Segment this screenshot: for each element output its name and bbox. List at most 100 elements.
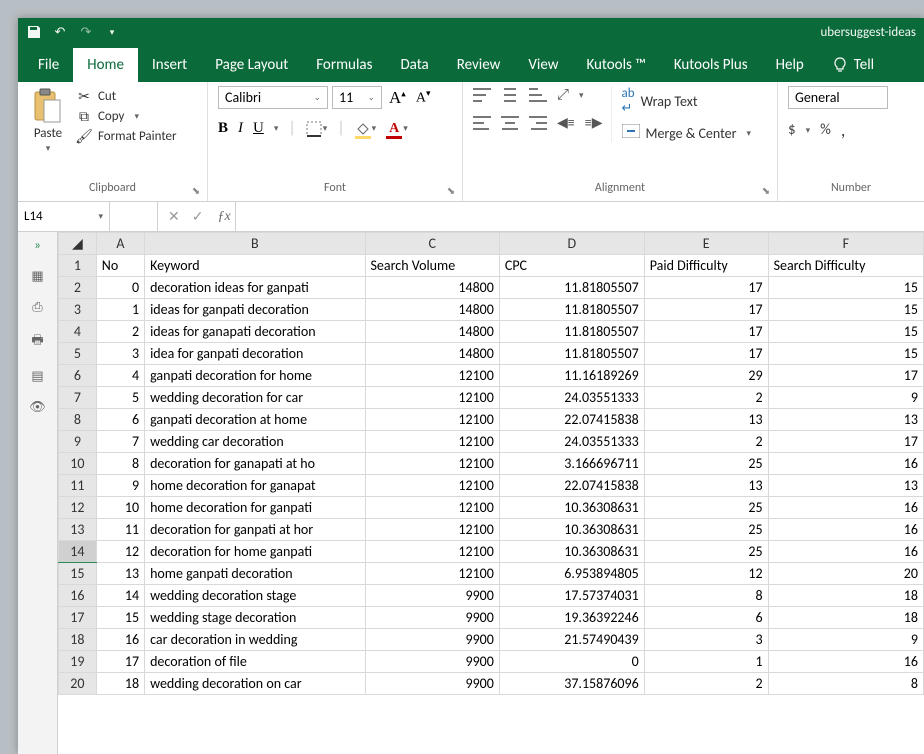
cell[interactable]: 18 <box>768 607 923 629</box>
percent-format-button[interactable]: % <box>820 121 831 139</box>
enter-icon[interactable]: ✓ <box>192 208 204 225</box>
cell[interactable]: 1 <box>96 299 144 321</box>
cell[interactable]: decoration of file <box>145 651 365 673</box>
row-header[interactable]: 7 <box>59 387 97 409</box>
cell[interactable]: 3.166696711 <box>499 453 644 475</box>
table-row[interactable]: 31ideas for ganpati decoration1480011.81… <box>59 299 924 321</box>
table-row[interactable]: 1412decoration for home ganpati1210010.3… <box>59 541 924 563</box>
cell[interactable]: 20 <box>768 563 923 585</box>
cell[interactable]: 16 <box>96 629 144 651</box>
row-header[interactable]: 2 <box>59 277 97 299</box>
cell[interactable]: 10.36308631 <box>499 497 644 519</box>
panel-icon[interactable]: ▤ <box>31 369 43 384</box>
cell[interactable]: 18 <box>768 585 923 607</box>
decrease-indent-button[interactable]: ◀≡ <box>557 114 575 131</box>
cell[interactable]: 12100 <box>365 519 499 541</box>
dialog-launcher-icon[interactable]: ⬊ <box>444 183 458 197</box>
cell[interactable]: car decoration in wedding <box>145 629 365 651</box>
cell[interactable]: 10.36308631 <box>499 541 644 563</box>
dialog-launcher-icon[interactable]: ⬊ <box>759 183 773 197</box>
font-size-select[interactable]: 11⌄ <box>332 86 382 109</box>
cell[interactable]: 11.81805507 <box>499 299 644 321</box>
cell[interactable]: 9900 <box>365 629 499 651</box>
cell[interactable]: decoration for ganapati at ho <box>145 453 365 475</box>
table-row[interactable]: 1210home decoration for ganpati1210010.3… <box>59 497 924 519</box>
cell[interactable]: 4 <box>96 365 144 387</box>
cell[interactable]: 9900 <box>365 651 499 673</box>
cell[interactable]: 5 <box>96 387 144 409</box>
cell[interactable]: 12100 <box>365 431 499 453</box>
table-row[interactable]: 97wedding car decoration1210024.03551333… <box>59 431 924 453</box>
table-row[interactable]: 1917decoration of file99000116 <box>59 651 924 673</box>
cell[interactable]: 17 <box>644 277 768 299</box>
table-row[interactable]: 1614wedding decoration stage990017.57374… <box>59 585 924 607</box>
cell[interactable]: wedding decoration for car <box>145 387 365 409</box>
cell[interactable]: idea for ganpati decoration <box>145 343 365 365</box>
cell[interactable]: 12100 <box>365 563 499 585</box>
row-header[interactable]: 17 <box>59 607 97 629</box>
orientation-button[interactable]: ⤢ <box>557 86 569 104</box>
format-painter-button[interactable]: 🖌Format Painter <box>76 128 177 144</box>
table-row[interactable]: 1816car decoration in wedding990021.5749… <box>59 629 924 651</box>
tab-insert[interactable]: Insert <box>138 48 201 82</box>
cell[interactable]: 11.16189269 <box>499 365 644 387</box>
cell[interactable]: 12100 <box>365 387 499 409</box>
cell[interactable]: 9900 <box>365 585 499 607</box>
cell[interactable]: 15 <box>768 299 923 321</box>
cell[interactable]: 0 <box>499 651 644 673</box>
cell[interactable]: home decoration for ganpati <box>145 497 365 519</box>
expand-icon[interactable]: » <box>34 238 41 253</box>
cell[interactable]: 24.03551333 <box>499 387 644 409</box>
align-middle-button[interactable] <box>501 88 519 102</box>
font-color-button[interactable]: A▾ <box>386 122 408 136</box>
cell[interactable]: 13 <box>96 563 144 585</box>
cell[interactable]: 25 <box>644 519 768 541</box>
cell[interactable]: 9900 <box>365 673 499 695</box>
column-header[interactable]: E <box>644 233 768 255</box>
column-header[interactable]: D <box>499 233 644 255</box>
cell[interactable]: 9900 <box>365 607 499 629</box>
cell[interactable]: ganpati decoration at home <box>145 409 365 431</box>
paste-button[interactable]: Paste ▾ <box>28 86 68 156</box>
table-row[interactable]: 2018wedding decoration on car990037.1587… <box>59 673 924 695</box>
cell[interactable]: 16 <box>768 541 923 563</box>
tab-page-layout[interactable]: Page Layout <box>201 48 302 82</box>
panel-icon[interactable]: 👁 <box>29 400 46 415</box>
underline-button[interactable]: U <box>253 120 264 137</box>
cell[interactable]: Keyword <box>145 255 365 277</box>
cell[interactable]: 9 <box>96 475 144 497</box>
cell[interactable]: 7 <box>96 431 144 453</box>
column-header[interactable]: C <box>365 233 499 255</box>
cell[interactable]: 15 <box>768 321 923 343</box>
increase-indent-button[interactable]: ≡▶ <box>585 114 603 131</box>
cell[interactable]: 2 <box>644 387 768 409</box>
cell[interactable]: 6.953894805 <box>499 563 644 585</box>
align-top-button[interactable] <box>473 88 491 102</box>
cell[interactable]: 14800 <box>365 343 499 365</box>
table-row[interactable]: 1311decoration for ganpati at hor1210010… <box>59 519 924 541</box>
cell[interactable]: 15 <box>768 277 923 299</box>
formula-input[interactable] <box>235 202 924 231</box>
cell[interactable]: 14800 <box>365 321 499 343</box>
redo-icon[interactable]: ↷ <box>78 24 94 40</box>
decrease-font-icon[interactable]: A▾ <box>413 88 434 107</box>
panel-icon[interactable]: ⎙ <box>32 300 42 315</box>
cell[interactable]: 17 <box>644 343 768 365</box>
cell[interactable]: 9 <box>768 387 923 409</box>
italic-button[interactable]: I <box>238 120 243 137</box>
copy-button[interactable]: ⧉Copy▾ <box>76 108 177 124</box>
cell[interactable]: 17 <box>768 365 923 387</box>
cell[interactable]: 13 <box>768 475 923 497</box>
cell[interactable]: 6 <box>96 409 144 431</box>
table-row[interactable]: 64ganpati decoration for home1210011.161… <box>59 365 924 387</box>
cell[interactable]: 16 <box>768 453 923 475</box>
row-header[interactable]: 4 <box>59 321 97 343</box>
name-box[interactable]: L14▾ <box>18 202 110 231</box>
cell[interactable]: 15 <box>96 607 144 629</box>
merge-center-button[interactable]: Merge & Center▾ <box>622 124 752 142</box>
row-header[interactable]: 3 <box>59 299 97 321</box>
undo-icon[interactable]: ↶ <box>52 24 68 40</box>
cell[interactable]: 12100 <box>365 541 499 563</box>
cell[interactable]: 16 <box>768 497 923 519</box>
cell[interactable]: home decoration for ganapat <box>145 475 365 497</box>
